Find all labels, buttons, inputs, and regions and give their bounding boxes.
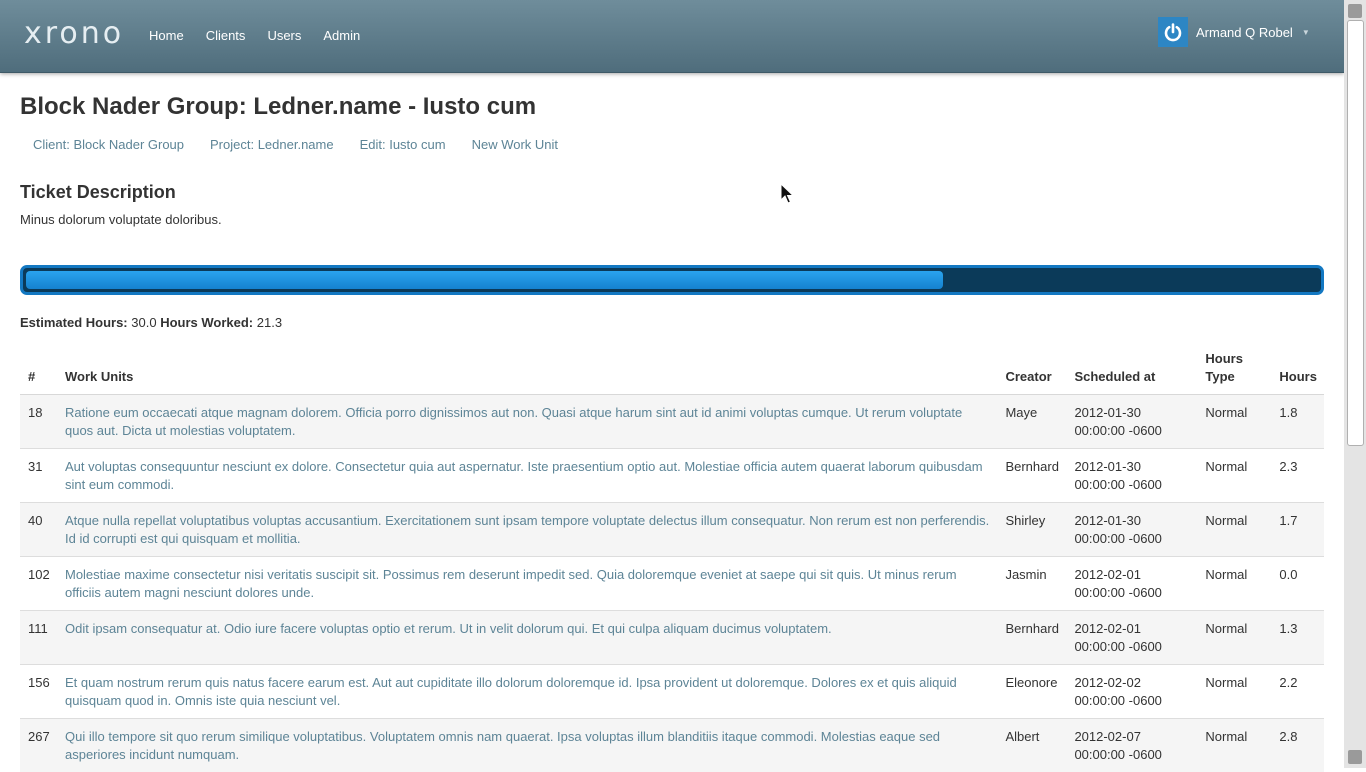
user-name[interactable]: Armand Q Robel bbox=[1196, 25, 1293, 40]
work-unit-link[interactable]: Et quam nostrum rerum quis natus facere … bbox=[65, 675, 957, 708]
client-link[interactable]: Client: Block Nader Group bbox=[20, 136, 197, 154]
work-unit-link[interactable]: Ratione eum occaecati atque magnam dolor… bbox=[65, 405, 962, 438]
row-hours: 2.3 bbox=[1271, 449, 1324, 503]
ticket-subnav: Client: Block Nader Group Project: Ledne… bbox=[20, 136, 571, 154]
row-id: 267 bbox=[20, 719, 57, 772]
column-header-creator: Creator bbox=[997, 346, 1066, 395]
mouse-cursor-icon bbox=[780, 183, 794, 205]
nav-users-link[interactable]: Users bbox=[256, 0, 312, 72]
table-row: 267 Qui illo tempore sit quo rerum simil… bbox=[20, 719, 1324, 772]
progress-fill bbox=[26, 271, 943, 289]
row-scheduled: 2012-02-01 00:00:00 -0600 bbox=[1066, 611, 1197, 665]
row-creator: Eleonore bbox=[997, 665, 1066, 719]
column-header-hours-type: Hours Type bbox=[1197, 346, 1271, 395]
hours-summary: Estimated Hours: 30.0 Hours Worked: 21.3 bbox=[20, 315, 282, 330]
work-unit-link[interactable]: Atque nulla repellat voluptatibus volupt… bbox=[65, 513, 989, 546]
work-unit-link[interactable]: Molestiae maxime consectetur nisi verita… bbox=[65, 567, 957, 600]
vertical-scrollbar[interactable] bbox=[1344, 0, 1366, 768]
row-scheduled: 2012-02-01 00:00:00 -0600 bbox=[1066, 557, 1197, 611]
row-hours-type: Normal bbox=[1197, 557, 1271, 611]
row-scheduled: 2012-02-07 00:00:00 -0600 bbox=[1066, 719, 1197, 772]
brand-logo[interactable]: xrono bbox=[24, 16, 124, 51]
row-scheduled: 2012-01-30 00:00:00 -0600 bbox=[1066, 449, 1197, 503]
row-hours: 2.8 bbox=[1271, 719, 1324, 772]
table-row: 31 Aut voluptas consequuntur nesciunt ex… bbox=[20, 449, 1324, 503]
hours-worked-label: Hours Worked: bbox=[160, 315, 253, 330]
user-menu[interactable]: Armand Q Robel ▼ bbox=[1158, 17, 1310, 47]
row-hours-type: Normal bbox=[1197, 665, 1271, 719]
column-header-id: # bbox=[20, 346, 57, 395]
work-units-body: 18 Ratione eum occaecati atque magnam do… bbox=[20, 395, 1324, 772]
row-hours: 2.2 bbox=[1271, 665, 1324, 719]
table-row: 40 Atque nulla repellat voluptatibus vol… bbox=[20, 503, 1324, 557]
table-row: 111 Odit ipsam consequatur at. Odio iure… bbox=[20, 611, 1324, 665]
column-header-work-units: Work Units bbox=[57, 346, 997, 395]
nav-home-link[interactable]: Home bbox=[138, 0, 195, 72]
estimated-hours-value: 30.0 bbox=[131, 315, 156, 330]
row-id: 102 bbox=[20, 557, 57, 611]
page-title: Block Nader Group: Ledner.name - Iusto c… bbox=[20, 93, 536, 121]
hours-worked-value: 21.3 bbox=[257, 315, 282, 330]
table-row: 156 Et quam nostrum rerum quis natus fac… bbox=[20, 665, 1324, 719]
row-id: 111 bbox=[20, 611, 57, 665]
row-hours: 0.0 bbox=[1271, 557, 1324, 611]
work-unit-link[interactable]: Qui illo tempore sit quo rerum similique… bbox=[65, 729, 940, 762]
column-header-hours: Hours bbox=[1271, 346, 1324, 395]
new-work-unit-link[interactable]: New Work Unit bbox=[459, 136, 571, 154]
section-title: Ticket Description bbox=[20, 182, 176, 203]
row-id: 18 bbox=[20, 395, 57, 449]
chevron-down-icon[interactable]: ▼ bbox=[1302, 28, 1310, 37]
edit-ticket-link[interactable]: Edit: Iusto cum bbox=[347, 136, 459, 154]
row-hours: 1.7 bbox=[1271, 503, 1324, 557]
scroll-up-arrow[interactable] bbox=[1348, 4, 1362, 18]
row-hours-type: Normal bbox=[1197, 395, 1271, 449]
main-nav: Home Clients Users Admin bbox=[138, 0, 371, 72]
power-icon[interactable] bbox=[1158, 17, 1188, 47]
work-unit-link[interactable]: Aut voluptas consequuntur nesciunt ex do… bbox=[65, 459, 983, 492]
scroll-down-arrow[interactable] bbox=[1348, 750, 1362, 764]
row-scheduled: 2012-02-02 00:00:00 -0600 bbox=[1066, 665, 1197, 719]
row-id: 40 bbox=[20, 503, 57, 557]
row-creator: Jasmin bbox=[997, 557, 1066, 611]
row-scheduled: 2012-01-30 00:00:00 -0600 bbox=[1066, 395, 1197, 449]
row-creator: Bernhard bbox=[997, 611, 1066, 665]
table-row: 18 Ratione eum occaecati atque magnam do… bbox=[20, 395, 1324, 449]
row-id: 156 bbox=[20, 665, 57, 719]
row-hours: 1.8 bbox=[1271, 395, 1324, 449]
row-hours-type: Normal bbox=[1197, 449, 1271, 503]
column-header-scheduled-at: Scheduled at bbox=[1066, 346, 1197, 395]
top-navbar: xrono Home Clients Users Admin Armand Q … bbox=[0, 0, 1344, 73]
table-header-row: # Work Units Creator Scheduled at Hours … bbox=[20, 346, 1324, 395]
work-unit-link[interactable]: Odit ipsam consequatur at. Odio iure fac… bbox=[65, 621, 832, 636]
scroll-thumb[interactable] bbox=[1347, 20, 1364, 446]
row-creator: Albert bbox=[997, 719, 1066, 772]
hours-progress-bar bbox=[20, 265, 1324, 295]
table-row: 102 Molestiae maxime consectetur nisi ve… bbox=[20, 557, 1324, 611]
ticket-description: Minus dolorum voluptate doloribus. bbox=[20, 212, 222, 227]
row-id: 31 bbox=[20, 449, 57, 503]
estimated-hours-label: Estimated Hours: bbox=[20, 315, 128, 330]
nav-admin-link[interactable]: Admin bbox=[312, 0, 371, 72]
nav-clients-link[interactable]: Clients bbox=[195, 0, 257, 72]
project-link[interactable]: Project: Ledner.name bbox=[197, 136, 347, 154]
row-creator: Shirley bbox=[997, 503, 1066, 557]
row-hours: 1.3 bbox=[1271, 611, 1324, 665]
row-hours-type: Normal bbox=[1197, 611, 1271, 665]
row-creator: Maye bbox=[997, 395, 1066, 449]
row-scheduled: 2012-01-30 00:00:00 -0600 bbox=[1066, 503, 1197, 557]
row-creator: Bernhard bbox=[997, 449, 1066, 503]
row-hours-type: Normal bbox=[1197, 719, 1271, 772]
row-hours-type: Normal bbox=[1197, 503, 1271, 557]
work-units-table: # Work Units Creator Scheduled at Hours … bbox=[20, 346, 1324, 772]
